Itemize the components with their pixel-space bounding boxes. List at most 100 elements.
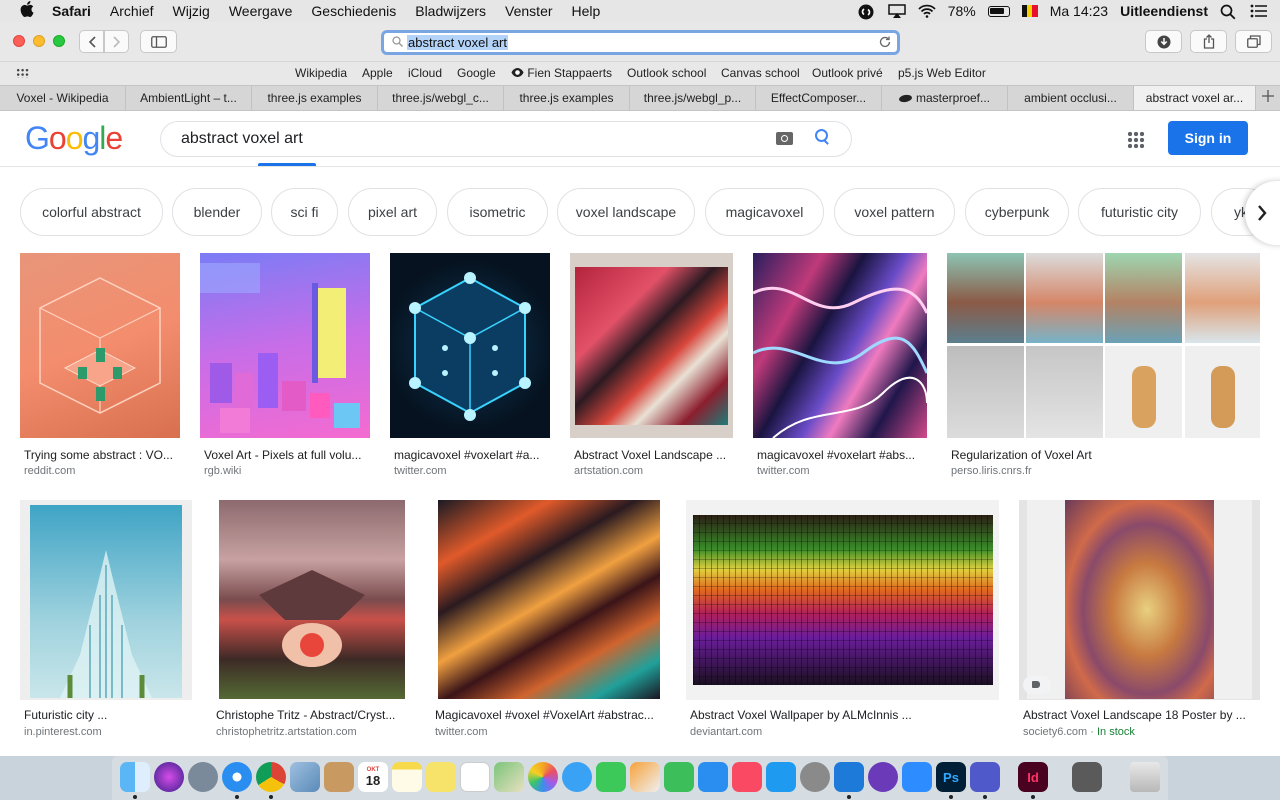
zoom-icon[interactable]	[902, 762, 932, 792]
image-result[interactable]: magicavoxel #voxelart #abs... twitter.co…	[753, 253, 927, 493]
screen-icon[interactable]	[1072, 762, 1102, 792]
image-result[interactable]: Magicavoxel #voxel #VoxelArt #abstrac...…	[431, 500, 666, 740]
numbers-icon[interactable]	[664, 762, 694, 792]
belgian-flag-icon[interactable]	[1021, 5, 1038, 17]
music-icon[interactable]	[732, 762, 762, 792]
result-title[interactable]: magicavoxel #voxelart #abs...	[757, 448, 926, 462]
result-title[interactable]: Regularization of Voxel Art	[951, 448, 1256, 462]
spotlight-search-icon[interactable]	[1220, 4, 1238, 20]
result-thumbnail[interactable]	[686, 500, 999, 700]
menu-archief[interactable]: Archief	[110, 3, 154, 19]
chip-voxel-landscape[interactable]: voxel landscape	[557, 188, 695, 236]
chip-sci-fi[interactable]: sci fi	[271, 188, 338, 236]
image-result[interactable]: Regularization of Voxel Art perso.liris.…	[947, 253, 1260, 493]
address-bar[interactable]: abstract voxel art	[381, 30, 900, 55]
finder-icon[interactable]	[120, 762, 150, 792]
result-source[interactable]: deviantart.com	[690, 726, 762, 738]
result-source[interactable]: perso.liris.cnrs.fr	[951, 465, 1032, 477]
result-thumbnail[interactable]	[20, 500, 192, 700]
photoshop-icon[interactable]: Ps	[936, 762, 966, 792]
result-source[interactable]: reddit.com	[24, 465, 75, 477]
tab-threejs-examples-2[interactable]: three.js examples	[504, 86, 630, 110]
menu-wijzig[interactable]: Wijzig	[173, 3, 210, 19]
result-source[interactable]: twitter.com	[757, 465, 810, 477]
battery-icon[interactable]	[987, 5, 1010, 17]
menu-help[interactable]: Help	[572, 3, 601, 19]
chip-voxel-pattern[interactable]: voxel pattern	[834, 188, 955, 236]
photos-icon[interactable]	[528, 762, 558, 792]
menu-weergave[interactable]: Weergave	[229, 3, 293, 19]
image-result[interactable]: Abstract Voxel Landscape ... artstation.…	[570, 253, 733, 493]
pages-icon[interactable]	[630, 762, 660, 792]
contacts-icon[interactable]	[324, 762, 354, 792]
chip-isometric[interactable]: isometric	[447, 188, 548, 236]
image-result[interactable]: Christophe Tritz - Abstract/Cryst... chr…	[212, 500, 412, 740]
shazam-icon[interactable]	[858, 4, 876, 20]
menubar-user[interactable]: Uitleendienst	[1120, 3, 1208, 19]
launchpad-icon[interactable]	[188, 762, 218, 792]
vscode-icon[interactable]	[834, 762, 864, 792]
favorite-outlook-school[interactable]: Outlook school	[627, 66, 706, 80]
apple-menu-icon[interactable]	[20, 1, 36, 21]
google-logo[interactable]: Google	[25, 120, 123, 157]
maps-icon[interactable]	[494, 762, 524, 792]
chip-pixel-art[interactable]: pixel art	[348, 188, 437, 236]
chip-magicavoxel[interactable]: magicavoxel	[705, 188, 824, 236]
image-result[interactable]: Voxel Art - Pixels at full volu... rgb.w…	[200, 253, 370, 493]
teams-icon[interactable]	[970, 762, 1000, 792]
result-title[interactable]: Trying some abstract : VO...	[24, 448, 179, 462]
result-title[interactable]: magicavoxel #voxelart #a...	[394, 448, 549, 462]
result-title[interactable]: Abstract Voxel Landscape ...	[574, 448, 732, 462]
favorite-p5js-web-editor[interactable]: p5.js Web Editor	[898, 66, 986, 80]
chrome-icon[interactable]	[256, 762, 286, 792]
result-source[interactable]: in.pinterest.com	[24, 726, 102, 738]
result-title[interactable]: Magicavoxel #voxel #VoxelArt #abstrac...	[435, 708, 665, 722]
reload-icon[interactable]	[879, 35, 891, 51]
image-result[interactable]: magicavoxel #voxelart #a... twitter.com	[390, 253, 550, 493]
result-title[interactable]: Christophe Tritz - Abstract/Cryst...	[216, 708, 411, 722]
address-bar-text[interactable]: abstract voxel art	[407, 35, 508, 50]
new-tab-button[interactable]	[1262, 89, 1274, 106]
app-store-icon[interactable]	[766, 762, 796, 792]
menu-app-safari[interactable]: Safari	[52, 3, 91, 19]
wifi-icon[interactable]	[918, 4, 936, 18]
close-window-button[interactable]	[13, 35, 25, 47]
airplay-icon[interactable]	[887, 4, 906, 18]
downloads-button[interactable]	[1145, 30, 1182, 53]
favorite-canvas-school[interactable]: Canvas school	[721, 66, 800, 80]
siri-icon[interactable]	[154, 762, 184, 792]
back-button[interactable]	[79, 30, 104, 53]
menubar-clock[interactable]: Ma 14:23	[1050, 3, 1108, 19]
search-icon[interactable]	[815, 129, 831, 145]
preview-icon[interactable]	[290, 762, 320, 792]
calendar-icon[interactable]: OKT 18	[358, 762, 388, 792]
result-thumbnail[interactable]	[753, 253, 927, 438]
menu-bladwijzers[interactable]: Bladwijzers	[415, 3, 486, 19]
tab-threejs-webgl-c[interactable]: three.js/webgl_c...	[378, 86, 504, 110]
image-result[interactable]: Abstract Voxel Wallpaper by ALMcInnis ..…	[686, 500, 999, 740]
indesign-icon[interactable]: Id	[1018, 762, 1048, 792]
favorite-google[interactable]: Google	[457, 66, 496, 80]
reminders-icon[interactable]	[460, 762, 490, 792]
favorite-icloud[interactable]: iCloud	[408, 66, 442, 80]
minimize-window-button[interactable]	[33, 35, 45, 47]
result-source[interactable]: twitter.com	[394, 465, 447, 477]
keynote-icon[interactable]	[698, 762, 728, 792]
result-source[interactable]: society6.com · In stock	[1023, 726, 1135, 738]
tab-abstract-voxel-art[interactable]: abstract voxel ar...	[1134, 86, 1256, 110]
zoom-window-button[interactable]	[53, 35, 65, 47]
result-thumbnail[interactable]	[431, 500, 666, 700]
result-thumbnail[interactable]	[1019, 500, 1260, 700]
tab-effectcomposer[interactable]: EffectComposer...	[756, 86, 882, 110]
result-source[interactable]: rgb.wiki	[204, 465, 241, 477]
system-preferences-icon[interactable]	[800, 762, 830, 792]
chip-blender[interactable]: blender	[172, 188, 262, 236]
result-thumbnail[interactable]	[20, 253, 180, 438]
google-search-input[interactable]: abstract voxel art	[160, 121, 852, 157]
result-source[interactable]: twitter.com	[435, 726, 488, 738]
result-thumbnail[interactable]	[947, 253, 1260, 438]
chip-futuristic-city[interactable]: futuristic city	[1078, 188, 1201, 236]
image-result[interactable]: Trying some abstract : VO... reddit.com	[20, 253, 180, 493]
favorite-apple[interactable]: Apple	[362, 66, 393, 80]
result-title[interactable]: Abstract Voxel Landscape 18 Poster by ..…	[1023, 708, 1258, 722]
